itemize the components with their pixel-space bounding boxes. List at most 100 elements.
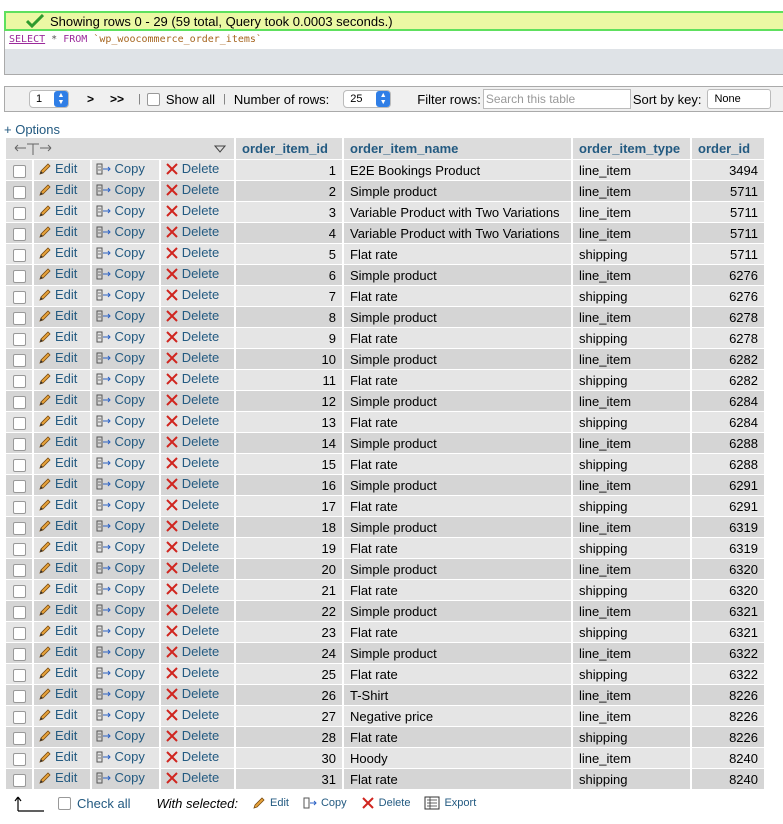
row-edit-cell[interactable]: Edit [34, 769, 90, 790]
row-checkbox-cell[interactable] [6, 223, 32, 244]
row-edit-cell[interactable]: Edit [34, 643, 90, 664]
row-delete-label[interactable]: Delete [182, 287, 220, 302]
row-edit-label[interactable]: Edit [55, 665, 77, 680]
row-delete-cell[interactable]: Delete [160, 286, 234, 307]
show-all-label[interactable]: Show all [166, 92, 215, 107]
row-copy-label[interactable]: Copy [115, 749, 145, 764]
row-checkbox[interactable] [12, 332, 26, 346]
cell-order-id[interactable]: 6288 [692, 454, 764, 475]
cell-order-item-name[interactable]: Negative price [344, 706, 571, 727]
table-row[interactable]: Edit Copy Delete 15 Flat rate shipping 6… [6, 454, 764, 475]
row-edit-label[interactable]: Edit [55, 203, 77, 218]
row-checkbox-cell[interactable] [6, 181, 32, 202]
row-checkbox[interactable] [12, 269, 26, 283]
row-checkbox-cell[interactable] [6, 202, 32, 223]
cell-order-item-id[interactable]: 31 [236, 769, 342, 790]
row-copy-cell[interactable]: Copy [91, 517, 159, 538]
cell-order-item-id[interactable]: 30 [236, 748, 342, 769]
cell-order-id[interactable]: 6291 [692, 496, 764, 517]
row-edit-cell[interactable]: Edit [34, 349, 90, 370]
row-delete-button[interactable]: Delete [165, 287, 220, 302]
cell-order-item-type[interactable]: shipping [573, 244, 690, 265]
cell-order-item-name[interactable]: Simple product [344, 559, 571, 580]
cell-order-item-id[interactable]: 10 [236, 349, 342, 370]
row-checkbox[interactable] [12, 647, 26, 661]
row-delete-cell[interactable]: Delete [160, 580, 234, 601]
row-copy-label[interactable]: Copy [115, 182, 145, 197]
row-checkbox-cell[interactable] [6, 517, 32, 538]
row-delete-label[interactable]: Delete [182, 665, 220, 680]
row-edit-cell[interactable]: Edit [34, 202, 90, 223]
bulk-delete-button[interactable]: Delete [361, 796, 410, 810]
row-edit-button[interactable]: Edit [38, 707, 77, 722]
row-checkbox-cell[interactable] [6, 244, 32, 265]
row-edit-cell[interactable]: Edit [34, 748, 90, 769]
row-copy-cell[interactable]: Copy [91, 538, 159, 559]
cell-order-item-id[interactable]: 16 [236, 475, 342, 496]
row-delete-button[interactable]: Delete [165, 686, 219, 701]
row-edit-cell[interactable]: Edit [34, 622, 90, 643]
cell-order-item-type[interactable]: line_item [573, 202, 690, 223]
row-delete-button[interactable]: Delete [165, 728, 219, 743]
row-edit-label[interactable]: Edit [55, 455, 77, 470]
row-edit-label[interactable]: Edit [55, 329, 77, 344]
row-copy-cell[interactable]: Copy [91, 496, 159, 517]
row-edit-button[interactable]: Edit [38, 539, 77, 554]
cell-order-item-id[interactable]: 13 [236, 412, 342, 433]
row-edit-label[interactable]: Edit [55, 413, 77, 428]
row-checkbox-cell[interactable] [6, 538, 32, 559]
row-edit-button[interactable]: Edit [38, 308, 77, 323]
row-edit-cell[interactable]: Edit [34, 517, 90, 538]
row-copy-cell[interactable]: Copy [91, 412, 159, 433]
row-copy-cell[interactable]: Copy [91, 601, 159, 622]
cell-order-item-type[interactable]: line_item [573, 517, 690, 538]
table-row[interactable]: Edit Copy Delete 4 Variable Product with… [6, 223, 764, 244]
cell-order-item-type[interactable]: line_item [573, 685, 690, 706]
sql-select-keyword[interactable]: SELECT [9, 34, 45, 45]
row-edit-label[interactable]: Edit [55, 476, 77, 491]
row-delete-cell[interactable]: Delete [160, 454, 234, 475]
row-edit-cell[interactable]: Edit [34, 496, 90, 517]
row-copy-label[interactable]: Copy [115, 203, 145, 218]
row-edit-button[interactable]: Edit [38, 560, 77, 575]
cell-order-item-type[interactable]: shipping [573, 370, 690, 391]
row-copy-cell[interactable]: Copy [91, 475, 159, 496]
cell-order-item-type[interactable]: line_item [573, 160, 690, 181]
cell-order-item-id[interactable]: 20 [236, 559, 342, 580]
row-edit-button[interactable]: Edit [38, 266, 77, 281]
row-delete-label[interactable]: Delete [182, 602, 220, 617]
row-delete-label[interactable]: Delete [182, 497, 220, 512]
table-row[interactable]: Edit Copy Delete 2 Simple product line_i… [6, 181, 764, 202]
cell-order-id[interactable]: 6320 [692, 559, 764, 580]
cell-order-item-name[interactable]: Flat rate [344, 328, 571, 349]
options-toggle[interactable]: + Options [4, 122, 60, 137]
row-copy-cell[interactable]: Copy [91, 706, 159, 727]
cell-order-id[interactable]: 8226 [692, 706, 764, 727]
row-checkbox[interactable] [12, 563, 26, 577]
table-row[interactable]: Edit Copy Delete 31 Flat rate shipping 8… [6, 769, 764, 790]
table-row[interactable]: Edit Copy Delete 23 Flat rate shipping 6… [6, 622, 764, 643]
cell-order-item-name[interactable]: Simple product [344, 433, 571, 454]
row-copy-button[interactable]: Copy [96, 476, 145, 491]
row-delete-button[interactable]: Delete [165, 644, 219, 659]
row-delete-cell[interactable]: Delete [160, 706, 234, 727]
cell-order-id[interactable]: 8226 [692, 685, 764, 706]
last-page-button[interactable]: >> [110, 92, 124, 106]
row-edit-label[interactable]: Edit [55, 245, 77, 260]
row-edit-cell[interactable]: Edit [34, 412, 90, 433]
cell-order-item-id[interactable]: 9 [236, 328, 342, 349]
cell-order-id[interactable]: 3494 [692, 160, 764, 181]
row-delete-label[interactable]: Delete [182, 371, 220, 386]
cell-order-item-name[interactable]: Simple product [344, 643, 571, 664]
row-checkbox[interactable] [12, 689, 26, 703]
table-row[interactable]: Edit Copy Delete 17 Flat rate shipping 6… [6, 496, 764, 517]
row-copy-label[interactable]: Copy [115, 329, 145, 344]
row-copy-label[interactable]: Copy [115, 665, 145, 680]
next-page-button[interactable]: > [87, 92, 94, 106]
row-delete-label[interactable]: Delete [182, 350, 220, 365]
row-delete-button[interactable]: Delete [165, 518, 219, 533]
cell-order-item-type[interactable]: line_item [573, 265, 690, 286]
row-copy-button[interactable]: Copy [96, 434, 145, 449]
row-checkbox-cell[interactable] [6, 454, 32, 475]
row-delete-label[interactable]: Delete [182, 434, 220, 449]
